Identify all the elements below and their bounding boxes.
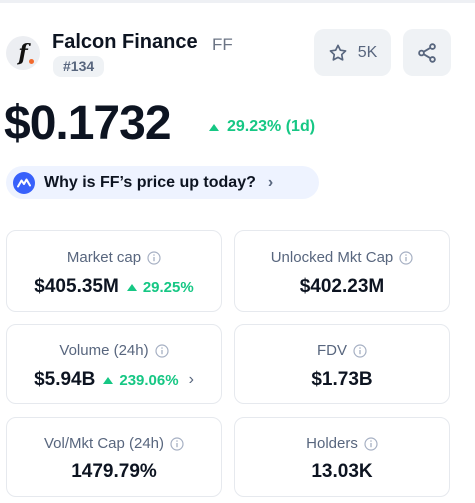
market-cap-value: $405.35M bbox=[34, 276, 119, 297]
info-icon[interactable] bbox=[155, 343, 169, 358]
star-icon bbox=[328, 43, 348, 63]
price-value: $0.1732 bbox=[4, 97, 172, 150]
top-divider bbox=[0, 0, 475, 3]
watchlist-count: 5K bbox=[357, 43, 378, 61]
info-icon[interactable] bbox=[399, 250, 413, 265]
market-cap-label: Market cap bbox=[66, 249, 142, 266]
volume-value: $5.94B bbox=[34, 369, 96, 390]
volume-change-text: 239.06% bbox=[119, 371, 179, 389]
volume-card[interactable]: Volume (24h) $5.94B 239.06% › bbox=[6, 324, 222, 404]
price-change: 29.23% (1d) bbox=[209, 118, 315, 136]
token-symbol: FF bbox=[212, 35, 233, 54]
fdv-value: $1.73B bbox=[311, 369, 373, 390]
token-name: Falcon Finance bbox=[52, 31, 198, 53]
volume-change: 239.06% bbox=[103, 371, 179, 389]
info-icon[interactable] bbox=[364, 436, 378, 451]
holders-card: Holders 13.03K bbox=[234, 417, 450, 497]
share-icon bbox=[416, 42, 438, 64]
holders-label: Holders bbox=[306, 435, 358, 452]
unlocked-mkt-cap-card: Unlocked Mkt Cap $402.23M bbox=[234, 230, 450, 312]
logo-letter: f bbox=[18, 40, 28, 66]
watchlist-button[interactable]: 5K bbox=[314, 29, 391, 76]
market-cap-change: 29.25% bbox=[126, 278, 194, 296]
fdv-card: FDV $1.73B bbox=[234, 324, 450, 404]
vol-mkt-cap-card: Vol/Mkt Cap (24h) 1479.79% bbox=[6, 417, 222, 497]
market-cap-change-text: 29.25% bbox=[142, 278, 194, 296]
chevron-right-icon: › bbox=[188, 371, 194, 388]
triangle-up-icon bbox=[126, 283, 137, 291]
info-icon[interactable] bbox=[170, 436, 184, 451]
triangle-up-icon bbox=[103, 376, 114, 384]
chevron-right-icon: › bbox=[267, 173, 274, 191]
holders-value: 13.03K bbox=[311, 461, 373, 482]
vol-mkt-cap-label: Vol/Mkt Cap (24h) bbox=[43, 435, 165, 452]
unlocked-mkt-cap-value: $402.23M bbox=[299, 276, 385, 297]
volume-label: Volume (24h) bbox=[59, 342, 149, 359]
fdv-label: FDV bbox=[317, 342, 347, 359]
why-price-up-banner[interactable]: Why is FF’s price up today? › bbox=[6, 166, 319, 199]
price-change-text: 29.23% (1d) bbox=[227, 118, 316, 135]
rank-badge: #134 bbox=[53, 56, 105, 77]
unlocked-mkt-cap-label: Unlocked Mkt Cap bbox=[270, 249, 394, 266]
market-cap-card: Market cap $405.35M 29.25% bbox=[6, 230, 222, 312]
logo-dot bbox=[29, 59, 34, 64]
token-logo: f bbox=[6, 36, 40, 70]
triangle-up-icon bbox=[209, 123, 219, 131]
why-banner-text: Why is FF’s price up today? bbox=[44, 173, 256, 191]
info-icon[interactable] bbox=[353, 343, 367, 358]
vol-mkt-cap-value: 1479.79% bbox=[71, 461, 157, 482]
ai-insight-icon bbox=[12, 171, 36, 195]
share-button[interactable] bbox=[403, 29, 451, 76]
info-icon[interactable] bbox=[147, 250, 161, 265]
